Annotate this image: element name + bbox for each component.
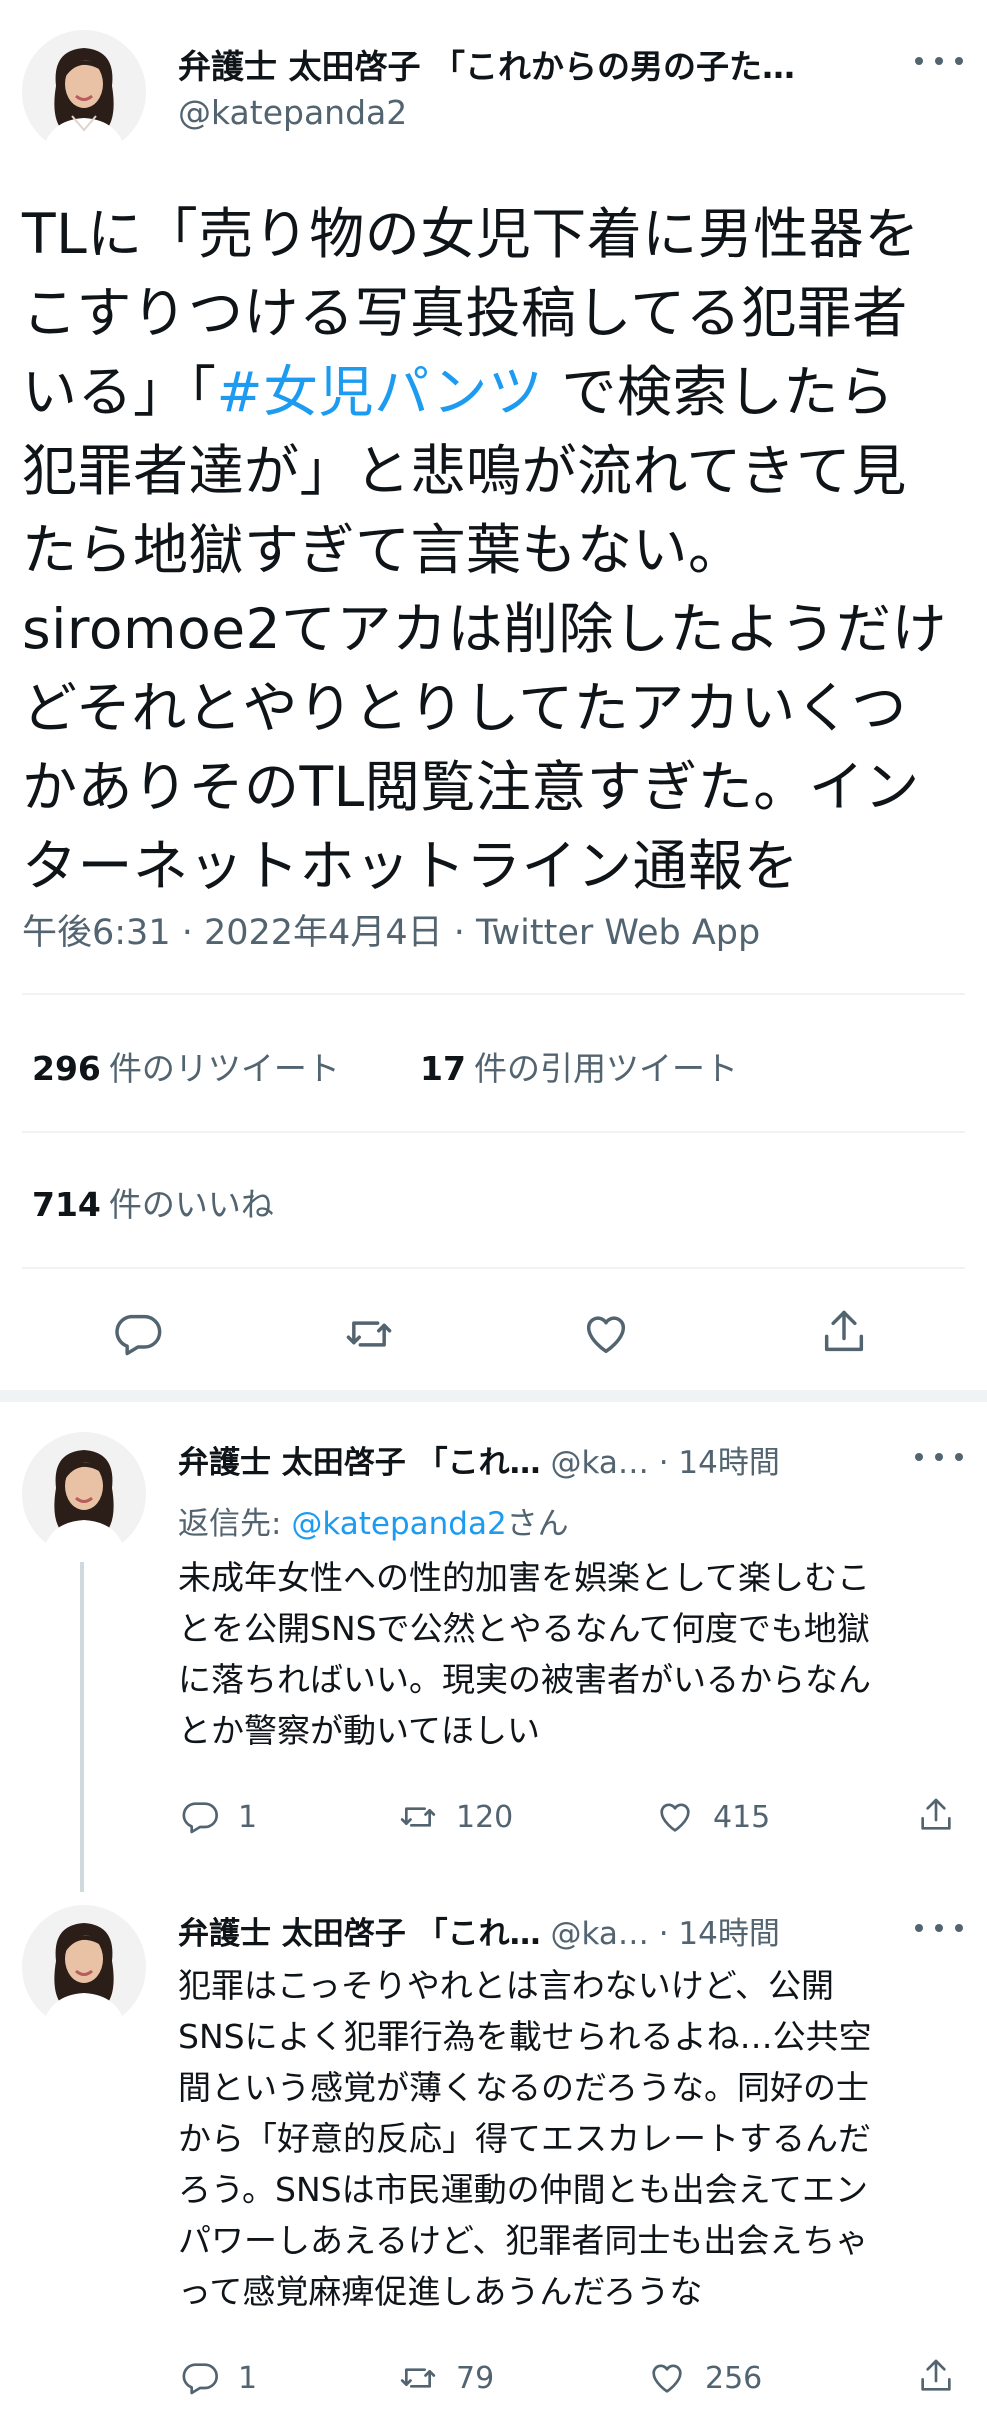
share-icon[interactable] [818,1306,870,1358]
reply-icon [182,1802,218,1834]
retweet-icon[interactable] [343,1308,395,1360]
quote-count-stat[interactable]: 17 件の引用ツイート [420,1042,738,1090]
reply-body-line: とか警察が動いてほしい [178,1711,541,1750]
tweet-body-line: siromoe2てアカは削除したようだけ [22,597,948,661]
quote-count-label: 件の引用ツイート [473,1049,738,1088]
reply-body-line: って感覚麻痺促進しあうんだろうな [178,2272,703,2311]
retweet-count-stat[interactable]: 296 件のリツイート [32,1042,340,1090]
tweet-body-line: TLに「売り物の女児下着に男性器を [22,202,920,266]
tweet-body-text: で検索したら [543,360,895,424]
reply-body-line: パワーしあえるけど、犯罪者同士も出会えちゃ [178,2221,869,2260]
tweet-timestamp[interactable]: 午後6:31 · 2022年4月4日 · Twitter Web App [22,904,760,955]
reply-body-line: に落ちればいい。現実の被害者がいるからなん [178,1660,871,1699]
tweet-body-line: 犯罪者達が」と悲鳴が流れてきて見 [22,439,907,503]
retweet-icon [400,2368,436,2388]
reply-body-line: SNSによく犯罪行為を載せられるよね…公共空 [178,2017,872,2056]
reply-button[interactable]: 1 [180,1797,257,1837]
reply-icon[interactable] [112,1308,164,1360]
reply-body-line: から「好意的反応」得てエスカレートするんだ [178,2119,871,2158]
like-count-stat[interactable]: 714 件のいいね [32,1178,274,1226]
retweet-count: 79 [456,2360,495,2396]
share-button[interactable] [916,1795,956,1835]
retweet-button[interactable]: 79 [398,2358,494,2398]
thread-connector [80,1562,84,1892]
tweet-body-line: ターネットホットライン通報を [22,834,800,898]
retweet-count-label: 件のリツイート [108,1049,340,1088]
tweet-body-text: いる」「 [22,360,217,424]
retweet-count: 296 [32,1049,101,1088]
reply-author-name: 弁護士 太田啓子 「これ… [178,1916,541,1952]
divider [22,1131,965,1133]
like-count: 714 [32,1185,101,1224]
tweet-body: TLに「売り物の女児下着に男性器を こすりつける写真投稿してる犯罪者 いる」「#… [22,195,967,906]
tweet-body-line: かありそのTL閲覧注意すぎた。イン [22,755,920,819]
reply-avatar[interactable] [22,1432,146,1556]
reply-body-line: ろう。SNSは市民運動の仲間とも出会えてエン [178,2170,868,2209]
retweet-button[interactable]: 120 [398,1797,513,1837]
reply-button[interactable]: 1 [180,2358,257,2398]
replying-to-label: 返信先: [178,1506,292,1542]
like-count-label: 件のいいね [108,1185,274,1224]
retweet-icon [400,1807,436,1827]
like-count: 256 [705,2360,763,2396]
reply-count: 1 [238,1799,258,1835]
like-icon[interactable] [580,1308,632,1360]
divider [22,993,965,995]
like-button[interactable]: 415 [655,1797,770,1837]
tweet-body-line: どそれとやりとりしてたアカいくつ [22,676,907,740]
replying-to: 返信先: @katepanda2さん [178,1498,569,1543]
reply-body-line: 犯罪はこっそりやれとは言わないけど、公開 [178,1966,835,2005]
like-icon [660,1803,690,1832]
replying-to-handle[interactable]: @katepanda2 [291,1506,506,1542]
like-button[interactable]: 256 [647,2358,762,2398]
share-button[interactable] [916,2356,956,2396]
reply-body-line: 間という感覚が薄くなるのだろうな。同好の士 [178,2068,870,2107]
tweet-body-line: たら地獄すぎて言葉もない。 [22,518,744,582]
hashtag-link[interactable]: #女児パンツ [217,360,544,424]
like-icon [652,2364,682,2393]
reply-time: · 14時間 [658,1916,780,1952]
reply-header[interactable]: 弁護士 太田啓子 「これ… @ka… · 14時間 [178,1908,780,1953]
author-name[interactable]: 弁護士 太田啓子 「これからの男の子た… [178,40,795,88]
author-avatar[interactable] [22,30,146,154]
like-count: 415 [713,1799,771,1835]
more-options-icon[interactable] [915,1913,963,1943]
divider [22,1267,965,1269]
quote-count: 17 [420,1049,466,1088]
reply-body: 未成年女性への性的加害を娯楽として楽しむこ とを公開SNSで公然とやるなんて何度… [178,1552,958,1756]
reply-count: 1 [238,2360,258,2396]
author-handle[interactable]: @katepanda2 [178,93,407,132]
retweet-count: 120 [456,1799,514,1835]
reply-body: 犯罪はこっそりやれとは言わないけど、公開 SNSによく犯罪行為を載せられるよね…… [178,1960,958,2317]
more-options-icon[interactable] [915,1442,963,1472]
reply-header[interactable]: 弁護士 太田啓子 「これ… @ka… · 14時間 [178,1437,780,1482]
reply-avatar[interactable] [22,1905,146,2029]
section-divider [0,1390,987,1402]
reply-author-handle: @ka… [550,1916,649,1952]
tweet-body-line: いる」「#女児パンツ で検索したら [22,353,967,432]
share-icon [921,2359,951,2391]
more-options-icon[interactable] [915,46,963,76]
reply-author-handle: @ka… [550,1445,649,1481]
reply-body-line: 未成年女性への性的加害を娯楽として楽しむこ [178,1558,871,1597]
replying-to-suffix: さん [506,1506,569,1542]
reply-time: · 14時間 [658,1445,780,1481]
share-icon [921,1798,951,1830]
reply-author-name: 弁護士 太田啓子 「これ… [178,1445,541,1481]
reply-body-line: とを公開SNSで公然とやるなんて何度でも地獄 [178,1609,870,1648]
reply-icon [182,2363,218,2395]
tweet-body-line: こすりつける写真投稿してる犯罪者 [22,281,908,345]
